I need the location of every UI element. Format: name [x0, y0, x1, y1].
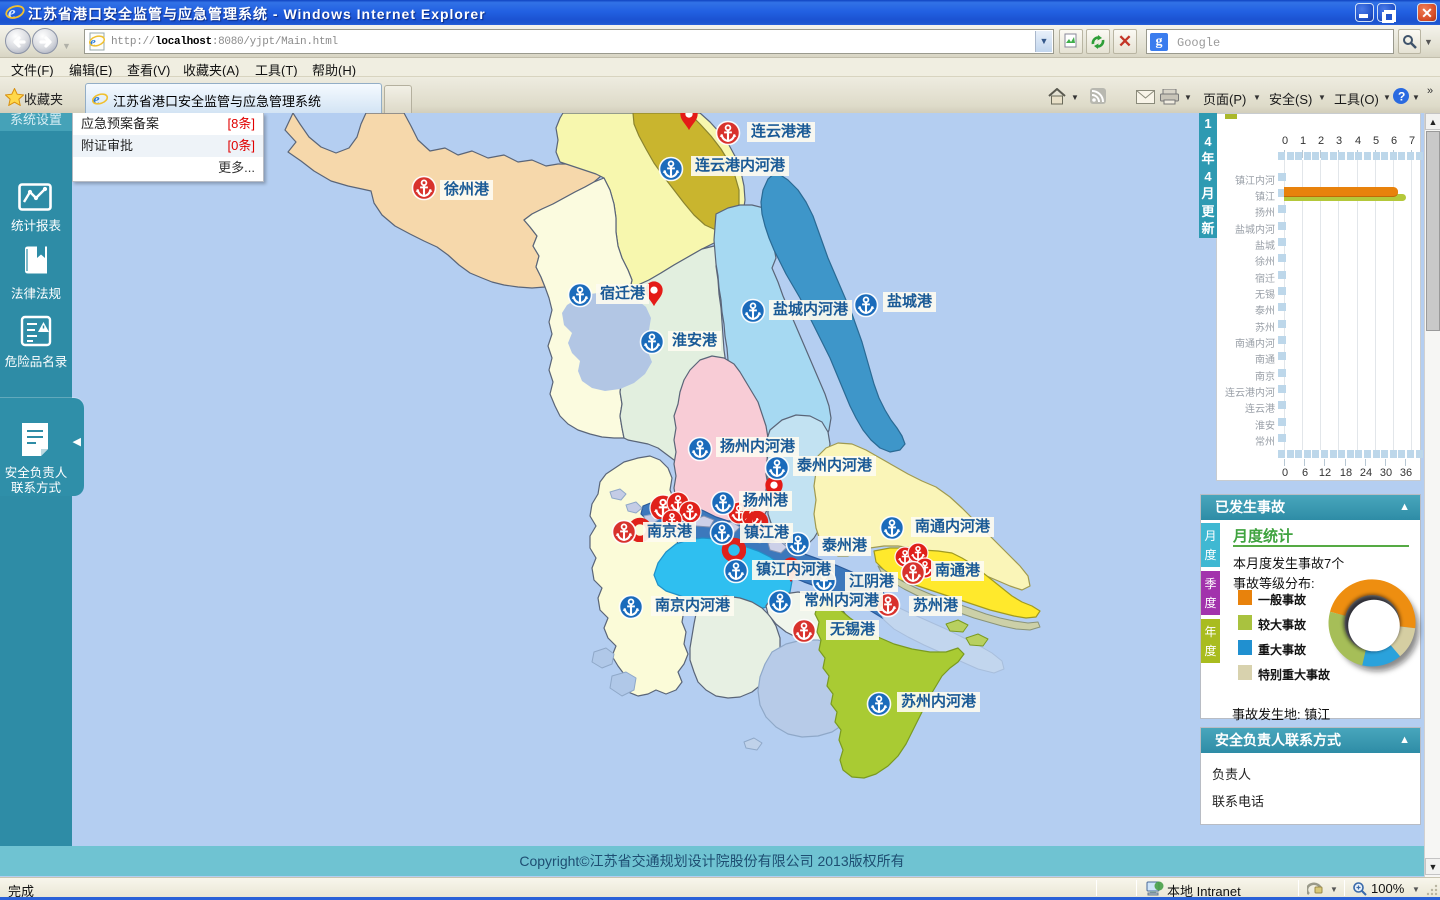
- svg-text:?: ?: [1398, 90, 1405, 104]
